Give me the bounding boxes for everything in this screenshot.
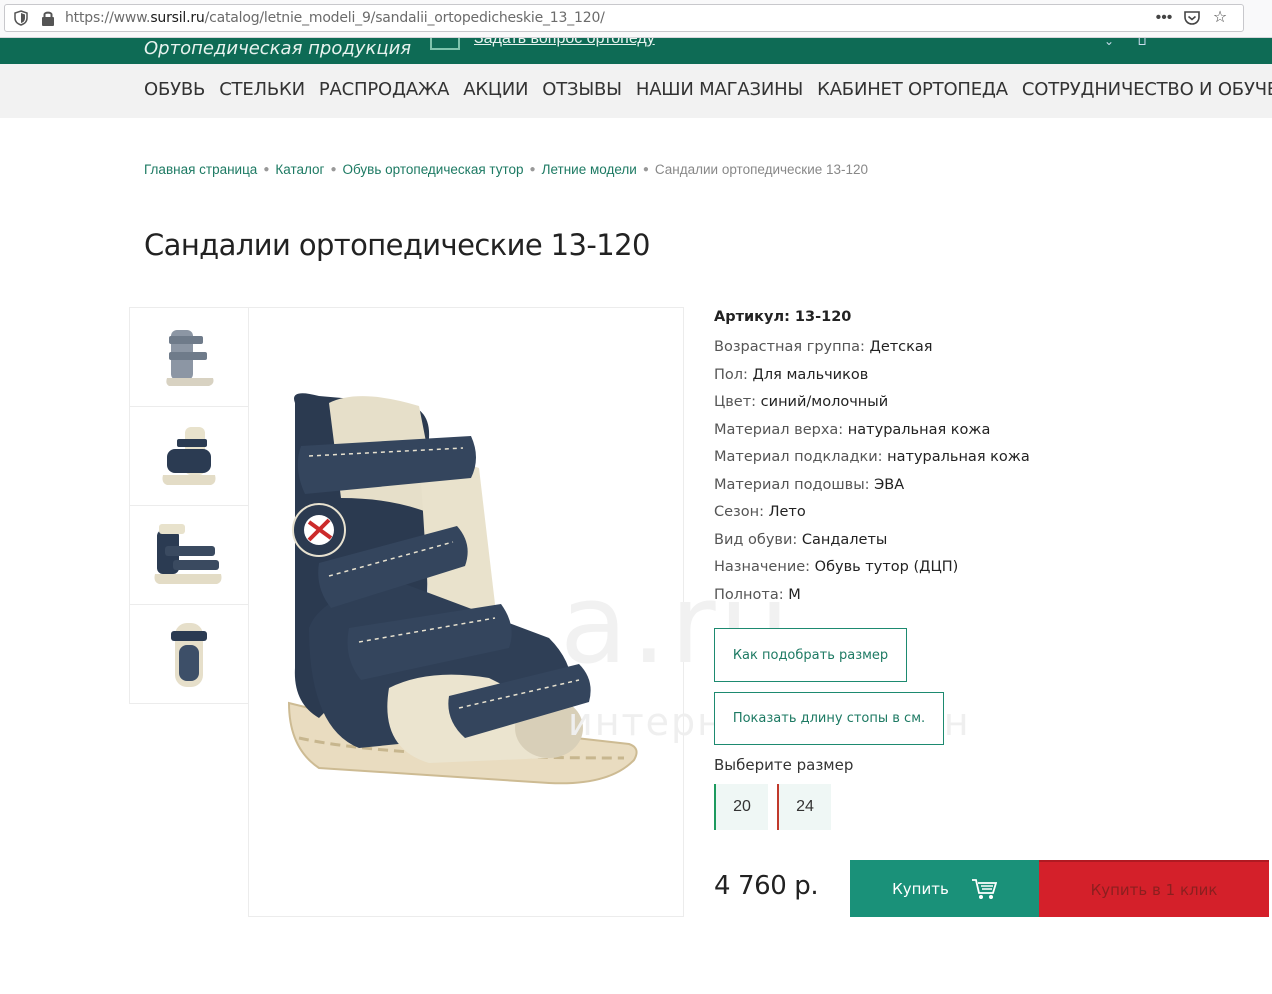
spec-label: Сезон: (714, 504, 769, 520)
spec-value: Детская (869, 339, 933, 355)
lock-icon[interactable] (41, 10, 55, 26)
pocket-icon[interactable] (1183, 9, 1201, 27)
sandal-thumbnail-image (166, 330, 214, 386)
url-path: /catalog/letnie_modeli_9/sandalii_ortope… (204, 10, 605, 26)
size-option-24[interactable]: 24 (777, 784, 831, 830)
size-guide-button[interactable]: Как подобрать размер (714, 628, 907, 682)
spec-gender: Пол: Для мальчиков (714, 367, 1030, 395)
sandal-thumbnail-image (162, 427, 216, 485)
spec-lining-material: Материал подкладки: натуральная кожа (714, 449, 1030, 477)
header-icons[interactable]: ⌄ ⊔ (1104, 38, 1147, 48)
spec-value: Для мальчиков (752, 366, 869, 383)
spec-value: Сандалеты (801, 531, 888, 548)
spec-value: синий/молочный (760, 394, 889, 410)
foot-length-button[interactable]: Показать длину стопы в см. (714, 692, 944, 745)
nav-item-shoes[interactable]: ОБУВЬ (144, 79, 205, 100)
breadcrumb-home[interactable]: Главная страница (144, 162, 257, 177)
spec-value: Обувь тутор (ДЦП) (814, 559, 959, 575)
nav-item-cooperation[interactable]: СОТРУДНИЧЕСТВО И ОБУЧЕНИЕ (1022, 79, 1272, 100)
buy-one-click-button[interactable]: Купить в 1 клик (1039, 860, 1269, 917)
thumbnail-2[interactable] (130, 407, 248, 506)
more-actions-icon[interactable]: ••• (1155, 9, 1173, 27)
url-text[interactable]: https://www.sursil.ru/catalog/letnie_mod… (65, 10, 605, 26)
spec-value: Лето (768, 504, 806, 520)
thumbnail-4[interactable] (130, 605, 248, 704)
spec-upper-material: Материал верха: натуральная кожа (714, 422, 1030, 450)
main-navigation: ОБУВЬ СТЕЛЬКИ РАСПРОДАЖА АКЦИИ ОТЗЫВЫ НА… (0, 64, 1272, 118)
shield-icon[interactable] (13, 10, 29, 26)
spec-age-group: Возрастная группа: Детская (714, 339, 1030, 367)
spec-value: М (788, 586, 801, 603)
spec-value: ЭВА (874, 476, 905, 493)
breadcrumb-separator: ● (642, 164, 649, 175)
size-option-20[interactable]: 20 (714, 784, 768, 830)
breadcrumb-separator: ● (330, 164, 337, 175)
buy-button-label: Купить (892, 879, 949, 898)
spec-label: Возрастная группа: (714, 339, 870, 355)
bookmark-star-icon[interactable]: ☆ (1211, 9, 1229, 27)
nav-item-stores[interactable]: НАШИ МАГАЗИНЫ (636, 79, 803, 100)
thumbnail-3[interactable] (130, 506, 248, 605)
thumbnail-1[interactable] (130, 308, 248, 407)
site-header: Ортопедическая продукция Задать вопрос о… (0, 38, 1272, 64)
spec-value: натуральная кожа (887, 449, 1030, 465)
spec-shoe-type: Вид обуви: Сандалеты (714, 532, 1030, 560)
spec-label: Цвет: (714, 394, 761, 410)
nav-item-promotions[interactable]: АКЦИИ (463, 79, 528, 100)
breadcrumb: Главная страница ● Каталог ● Обувь ортоп… (144, 162, 868, 177)
sandal-thumbnail-image (171, 622, 207, 687)
spec-label: Полнота: (714, 586, 789, 603)
spec-label: Материал подкладки: (714, 449, 888, 465)
product-sku: Артикул: 13-120 (714, 309, 852, 325)
spec-label: Материал верха: (714, 421, 848, 438)
spec-color: Цвет: синий/молочный (714, 394, 1030, 422)
browser-toolbar: https://www.sursil.ru/catalog/letnie_mod… (0, 0, 1272, 38)
product-price: 4 760 р. (714, 871, 819, 901)
nav-item-reviews[interactable]: ОТЗЫВЫ (542, 79, 622, 100)
spec-label: Пол: (714, 366, 753, 383)
spec-label: Назначение: (714, 559, 815, 575)
spec-sole-material: Материал подошвы: ЭВА (714, 477, 1030, 505)
spec-season: Сезон: Лето (714, 504, 1030, 532)
nav-item-orthopedist-office[interactable]: КАБИНЕТ ОРТОПЕДА (817, 79, 1008, 100)
choose-size-label: Выберите размер (714, 756, 854, 774)
page-title: Сандалии ортопедические 13-120 (144, 228, 650, 262)
url-prefix: https://www. (65, 10, 151, 26)
url-host: sursil.ru (150, 10, 205, 26)
spec-purpose: Назначение: Обувь тутор (ДЦП) (714, 559, 1030, 587)
breadcrumb-tutor-shoes[interactable]: Обувь ортопедическая тутор (343, 162, 524, 177)
address-bar[interactable]: https://www.sursil.ru/catalog/letnie_mod… (4, 4, 1244, 32)
spec-width: Полнота: М (714, 587, 1030, 615)
buy-button[interactable]: Купить (850, 860, 1039, 917)
nav-item-sale[interactable]: РАСПРОДАЖА (319, 79, 450, 100)
breadcrumb-summer-models[interactable]: Летние модели (542, 162, 637, 177)
breadcrumb-current: Сандалии ортопедические 13-120 (654, 162, 869, 177)
breadcrumb-separator: ● (529, 164, 536, 175)
spec-label: Вид обуви: (714, 531, 802, 548)
thumbnail-gallery (129, 307, 249, 704)
sandal-thumbnail-image (154, 524, 222, 584)
product-specs: Артикул: 13-120 Возрастная группа: Детск… (714, 309, 1030, 614)
chat-icon (430, 38, 460, 50)
ask-orthopedist-link[interactable]: Задать вопрос ортопеду (474, 38, 655, 48)
site-tagline: Ортопедическая продукция (144, 38, 412, 59)
spec-label: Материал подошвы: (714, 476, 875, 493)
breadcrumb-separator: ● (263, 164, 270, 175)
spec-value: натуральная кожа (847, 421, 991, 438)
breadcrumb-catalog[interactable]: Каталог (275, 162, 324, 177)
cart-icon (971, 878, 997, 899)
nav-item-insoles[interactable]: СТЕЛЬКИ (219, 79, 305, 100)
